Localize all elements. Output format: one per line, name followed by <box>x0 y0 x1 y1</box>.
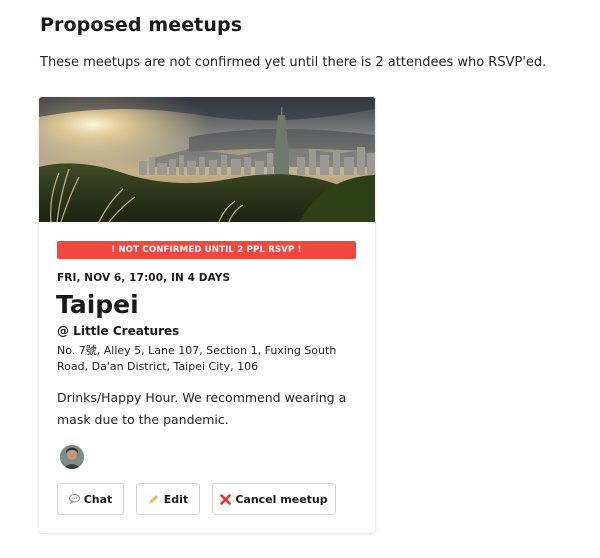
chat-button[interactable]: Chat <box>57 483 124 515</box>
meetup-venue: @ Little Creatures <box>57 324 180 338</box>
speech-bubble-icon <box>68 494 80 504</box>
meetup-datetime: FRI, NOV 6, 17:00, IN 4 DAYS <box>57 272 231 284</box>
edit-button-label: Edit <box>163 492 189 506</box>
page-subtitle: These meetups are not confirmed yet unti… <box>40 55 547 70</box>
attendee-avatar[interactable] <box>60 445 84 469</box>
page-title: Proposed meetups <box>40 14 243 36</box>
chat-button-label: Chat <box>83 492 113 506</box>
red-x-icon <box>220 493 232 505</box>
avatar-image <box>60 445 84 469</box>
cancel-meetup-button-label: Cancel meetup <box>235 492 328 506</box>
meetup-hero-image <box>39 97 375 222</box>
meetup-card: ! NOT CONFIRMED UNTIL 2 PPL RSVP ! FRI, … <box>39 97 375 533</box>
meetup-address: No. 7號, Alley 5, Lane 107, Section 1, Fu… <box>57 344 337 373</box>
cancel-meetup-button[interactable]: Cancel meetup <box>212 483 336 515</box>
not-confirmed-banner: ! NOT CONFIRMED UNTIL 2 PPL RSVP ! <box>57 241 356 259</box>
meetup-city: Taipei <box>56 290 139 319</box>
pencil-icon <box>148 493 160 505</box>
edit-button[interactable]: Edit <box>136 483 200 515</box>
meetup-description: Drinks/Happy Hour. We recommend wearing … <box>57 390 347 427</box>
